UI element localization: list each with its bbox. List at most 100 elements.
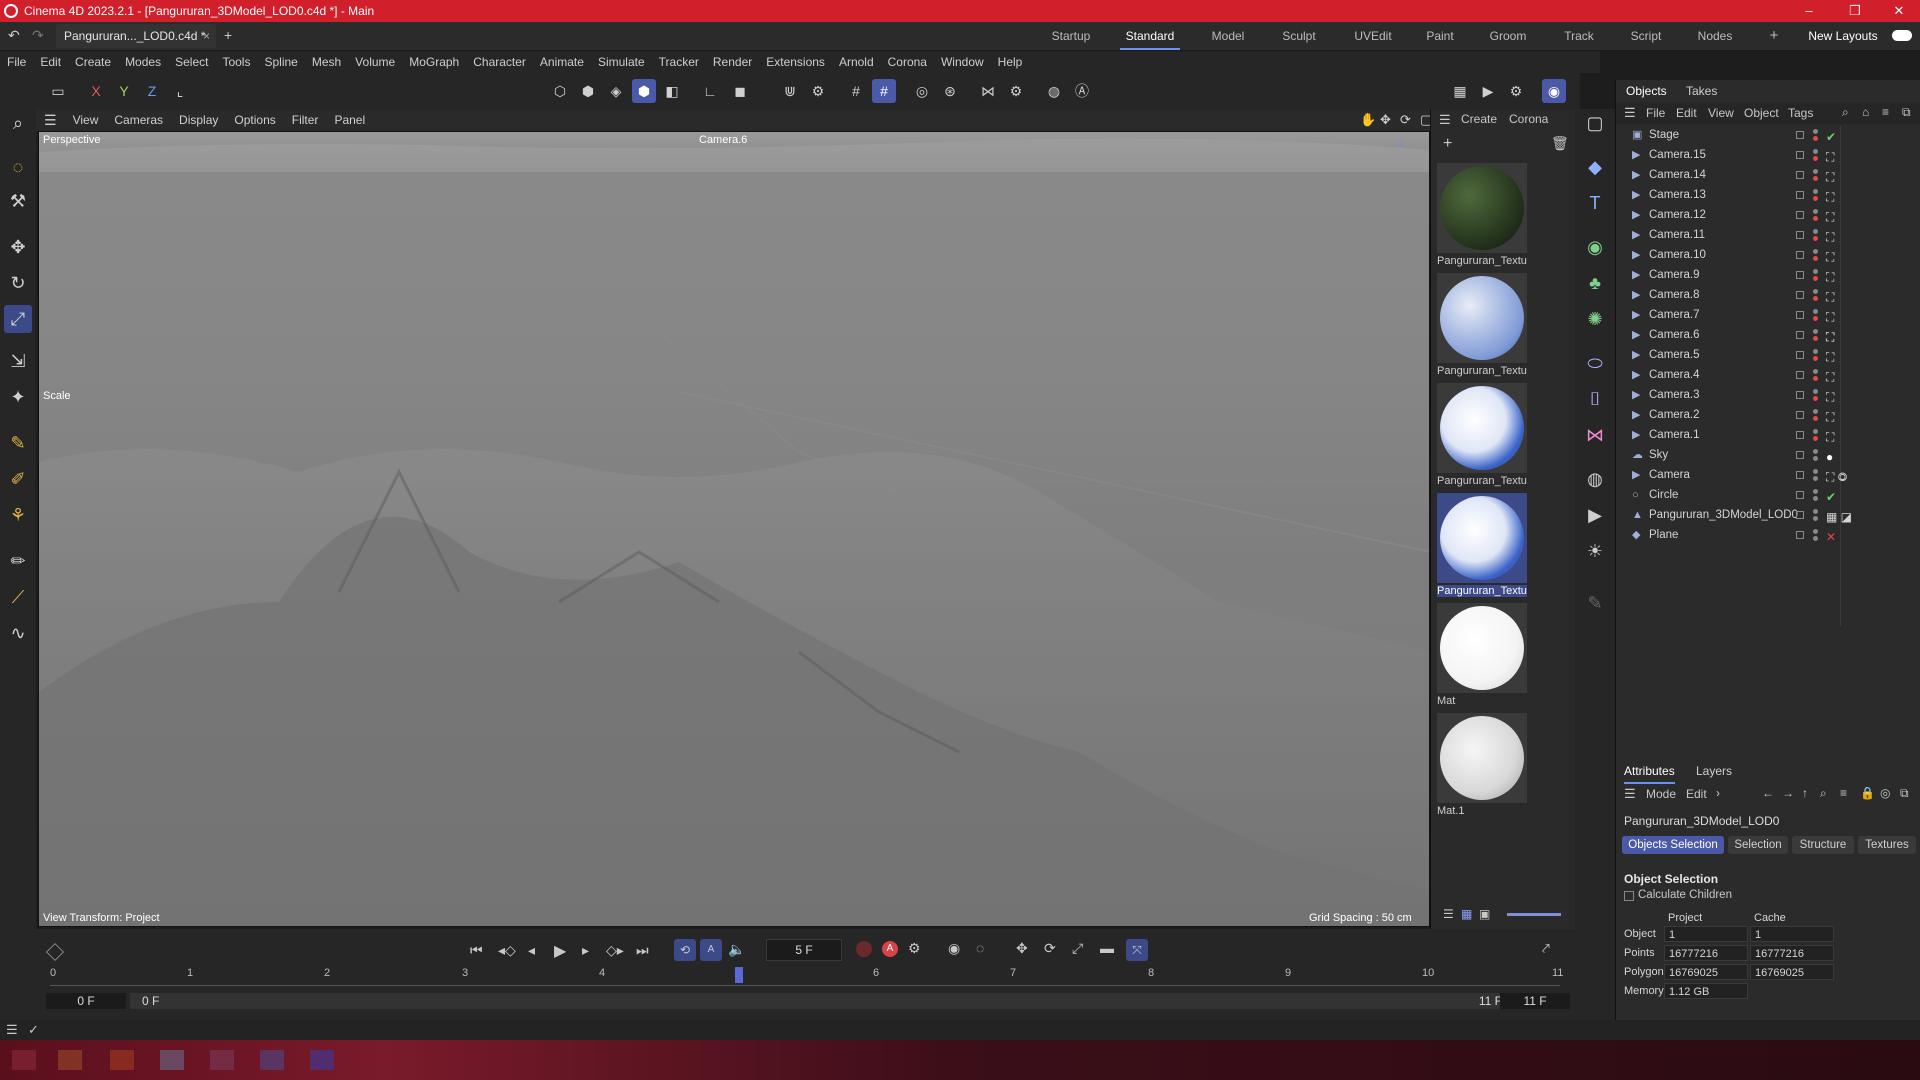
light-object-icon[interactable]: ☀ <box>1581 537 1609 565</box>
render-visibility-dot[interactable] <box>1813 236 1818 241</box>
object-row[interactable]: ▶ Camera.9 ⛶ <box>1616 265 1920 285</box>
menu-character[interactable]: Character <box>466 55 533 69</box>
render-visibility-dot[interactable] <box>1813 516 1818 521</box>
menu-render[interactable]: Render <box>706 55 759 69</box>
object-menu-file[interactable]: File <box>1646 106 1665 120</box>
object-row[interactable]: ◆ Plane ✕ <box>1616 525 1920 545</box>
render-visibility-dot[interactable] <box>1813 196 1818 201</box>
menu-animate[interactable]: Animate <box>533 55 591 69</box>
axis-mode-icon[interactable]: ∟ <box>698 79 722 103</box>
render-visibility-dot[interactable] <box>1813 476 1818 481</box>
viewport-camera-label[interactable]: Camera.6 <box>699 134 747 146</box>
material-swatch[interactable]: Pangururan_Textu <box>1437 163 1527 267</box>
render-visibility-dot[interactable] <box>1813 216 1818 221</box>
texture-mode-icon[interactable]: ◼ <box>728 79 752 103</box>
editor-visibility-dot[interactable] <box>1813 369 1818 374</box>
text-object-icon[interactable]: T <box>1581 189 1609 217</box>
material-swatch[interactable]: Mat.1 <box>1437 713 1527 817</box>
menu-tracker[interactable]: Tracker <box>652 55 706 69</box>
menu-extensions[interactable]: Extensions <box>759 55 832 69</box>
visibility-toggle[interactable] <box>1796 451 1804 459</box>
camera-target-icon[interactable]: ⛶ <box>1826 347 1834 367</box>
render-visibility-dot[interactable] <box>1813 456 1818 461</box>
editor-visibility-dot[interactable] <box>1813 509 1818 514</box>
render-visibility-dot[interactable] <box>1813 316 1818 321</box>
tab-objects[interactable]: Objects <box>1626 80 1667 104</box>
editor-visibility-dot[interactable] <box>1813 329 1818 334</box>
render-visibility-dot[interactable] <box>1813 156 1818 161</box>
generator-icon[interactable]: ◉ <box>1581 233 1609 261</box>
render-visibility-dot[interactable] <box>1813 536 1818 541</box>
visibility-toggle[interactable] <box>1796 391 1804 399</box>
viewport-menu-filter[interactable]: Filter <box>284 113 327 127</box>
menu-volume[interactable]: Volume <box>348 55 402 69</box>
material-swatch[interactable]: Pangururan_Textu <box>1437 273 1527 377</box>
menu-arnold[interactable]: Arnold <box>832 55 881 69</box>
playhead[interactable] <box>735 967 743 983</box>
axis-z-button[interactable]: Z <box>140 79 164 103</box>
swatch-size-slider[interactable] <box>1507 913 1561 916</box>
viewport-menu-cameras[interactable]: Cameras <box>106 113 171 127</box>
close-window-button[interactable]: ✕ <box>1876 0 1920 22</box>
taskbar-app-icon[interactable] <box>260 1050 284 1070</box>
add-layout-icon[interactable]: + <box>1764 22 1784 50</box>
go-to-end-icon[interactable]: ⏭ <box>636 942 649 959</box>
effector-icon[interactable]: ✺ <box>1581 305 1609 333</box>
edges-mode-icon[interactable]: ◈ <box>604 79 628 103</box>
sky-material-tag-icon[interactable]: ● <box>1826 447 1833 467</box>
editor-visibility-dot[interactable] <box>1813 149 1818 154</box>
cube-object-icon[interactable]: ◆ <box>1581 153 1609 181</box>
polygons-mode-icon[interactable]: ⬢ <box>632 79 656 103</box>
tweak-tool-icon[interactable]: ⚒ <box>4 187 32 215</box>
object-row[interactable]: ▶ Camera.7 ⛶ <box>1616 305 1920 325</box>
object-row[interactable]: ▶ Camera.5 ⛶ <box>1616 345 1920 365</box>
environment-icon[interactable]: ◍ <box>1581 465 1609 493</box>
new-layouts-toggle[interactable] <box>1892 30 1912 41</box>
symmetry-icon[interactable]: ⋈ <box>976 79 1000 103</box>
camera-target-icon[interactable]: ⛶ <box>1826 167 1834 187</box>
3d-viewport[interactable]: Perspective Camera.6 ⊥ Scale View Transf… <box>38 131 1430 927</box>
key-param-icon[interactable]: ▬ <box>1100 940 1114 956</box>
enabled-check-icon[interactable]: ✔ <box>1826 487 1836 507</box>
camera-target-active-icon[interactable]: ⛶ <box>1826 327 1834 347</box>
redo-icon[interactable]: ↷ <box>32 27 44 44</box>
layout-tab-groom[interactable]: Groom <box>1486 22 1530 50</box>
object-row[interactable]: ☁ Sky ● <box>1616 445 1920 465</box>
material-swatch-selected[interactable]: Pangururan_Textu <box>1437 493 1527 597</box>
deformer-icon[interactable]: ⬭ <box>1581 349 1609 377</box>
visibility-toggle[interactable] <box>1796 211 1804 219</box>
editor-visibility-dot[interactable] <box>1813 429 1818 434</box>
visibility-toggle[interactable] <box>1796 131 1804 139</box>
editor-visibility-dot[interactable] <box>1813 229 1818 234</box>
current-frame-field[interactable]: 5 F <box>766 939 842 961</box>
key-scale-icon[interactable]: ⤢ <box>1072 940 1083 957</box>
attribute-search-icon[interactable]: ⌕ <box>1820 786 1827 801</box>
go-to-start-icon[interactable]: ⏮ <box>470 942 483 959</box>
render-visibility-dot[interactable] <box>1813 176 1818 181</box>
layout-tab-track[interactable]: Track <box>1558 22 1600 50</box>
new-window-icon[interactable]: ⧉ <box>1902 105 1911 120</box>
sculpt-tool-icon[interactable]: ∿ <box>4 619 32 647</box>
move-tool-icon[interactable]: ✥ <box>4 233 32 261</box>
scale-tool-icon[interactable]: ⤢ <box>4 305 32 333</box>
editor-visibility-dot[interactable] <box>1813 129 1818 134</box>
render-visibility-dot[interactable] <box>1813 296 1818 301</box>
large-view-icon[interactable]: ▣ <box>1479 907 1490 921</box>
minimize-button[interactable]: – <box>1786 0 1832 22</box>
camera-target-icon[interactable]: ⛶ <box>1826 267 1834 287</box>
editor-visibility-dot[interactable] <box>1813 529 1818 534</box>
material-tag-icon[interactable]: ▦ ◪ <box>1826 507 1852 527</box>
material-menu-corona[interactable]: Corona <box>1509 112 1548 126</box>
camera-target-icon[interactable]: ⛶ <box>1826 207 1834 227</box>
rotate-tool-icon[interactable]: ↻ <box>4 269 32 297</box>
workplane-icon[interactable]: ◍ <box>1042 79 1066 103</box>
command-palette-icon[interactable]: ▭ <box>46 79 70 103</box>
spline-generator-icon[interactable]: ⋈ <box>1581 421 1609 449</box>
render-settings-icon[interactable]: ⚙ <box>1504 79 1528 103</box>
magnet-icon[interactable]: ⋓ <box>778 79 802 103</box>
menu-simulate[interactable]: Simulate <box>591 55 652 69</box>
spline-pen-icon[interactable]: ✎ <box>4 429 32 457</box>
camera-target-icon[interactable]: ⛶ <box>1826 227 1834 247</box>
camera-target-icon[interactable]: ⛶ <box>1826 427 1834 447</box>
object-row[interactable]: ▶ Camera.12 ⛶ <box>1616 205 1920 225</box>
